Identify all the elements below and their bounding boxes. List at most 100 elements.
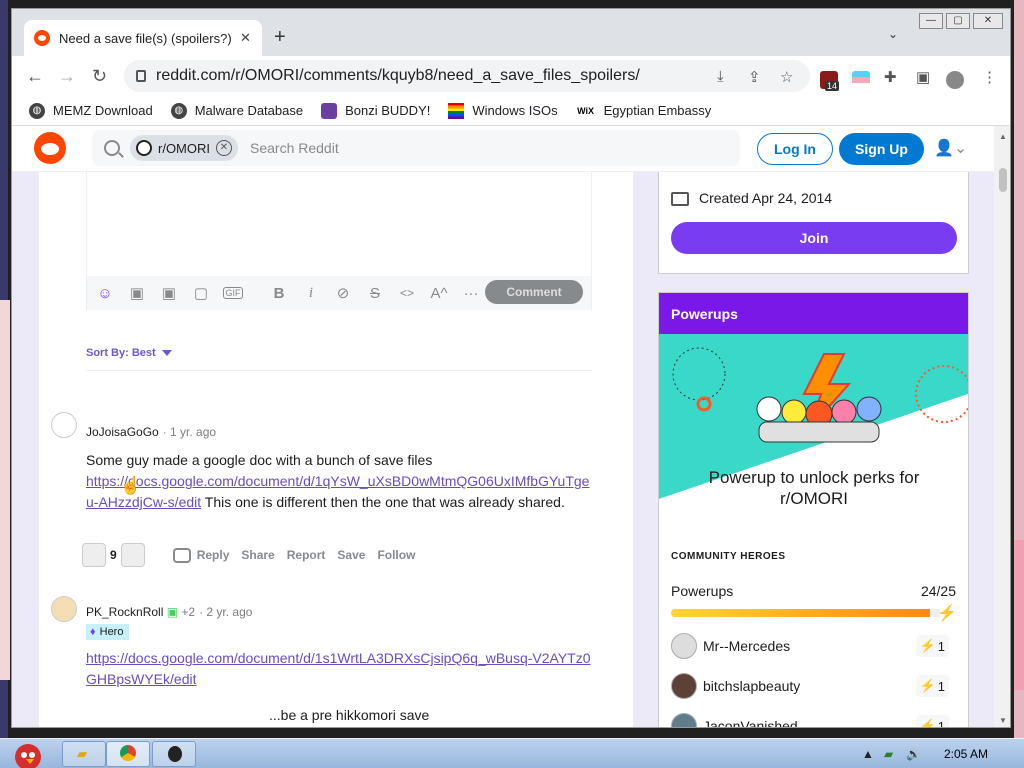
downvote-icon[interactable] bbox=[120, 543, 145, 567]
search-bar[interactable]: r/OMORI ✕ Search Reddit bbox=[92, 130, 740, 166]
bold-icon[interactable]: B bbox=[269, 285, 289, 302]
back-arrow-icon[interactable]: ← bbox=[26, 66, 44, 87]
volume-icon[interactable]: 🔊 bbox=[906, 747, 921, 761]
share-icon[interactable]: ⇪ bbox=[748, 68, 761, 86]
powerups-card: Powerups Powerup to unlock perks for r/O… bbox=[658, 292, 969, 727]
network-icon[interactable]: ▰ bbox=[884, 747, 893, 761]
avatar[interactable] bbox=[51, 596, 77, 622]
award-icon: ▣ bbox=[166, 605, 179, 619]
address-bar[interactable]: reddit.com/r/OMORI/comments/kquyb8/need_… bbox=[124, 60, 810, 92]
sticker-icon[interactable]: ▢ bbox=[191, 284, 211, 302]
taskbar-chrome[interactable] bbox=[106, 741, 150, 767]
more-icon[interactable]: ··· bbox=[461, 285, 481, 302]
hand-cursor-icon: ☝ bbox=[120, 476, 142, 495]
install-app-icon[interactable]: ⤓ bbox=[717, 68, 724, 85]
hero-powerup-count: ⚡ 1 bbox=[915, 635, 949, 657]
comment-age: · 1 yr. ago bbox=[162, 425, 217, 439]
author-name[interactable]: PK_RocknRoll bbox=[86, 605, 163, 619]
hero-row[interactable]: Mr--Mercedes ⚡ 1 bbox=[671, 631, 957, 661]
log-in-button[interactable]: Log In bbox=[757, 133, 833, 165]
close-window-button[interactable]: ✕ bbox=[973, 13, 1003, 29]
clock[interactable]: 2:05 AM bbox=[944, 747, 988, 761]
tab-title: Need a save file(s) (spoilers?) : bbox=[59, 30, 231, 46]
comment-link[interactable]: https://docs.google.com/document/d/1s1Wr… bbox=[86, 650, 591, 687]
bookmarks-bar: ◍ MEMZ Download ◍ Malware Database Bonzi B… bbox=[12, 96, 1010, 126]
desktop-wallpaper-left bbox=[0, 300, 10, 680]
scroll-up-icon[interactable]: ▲ bbox=[999, 132, 1007, 141]
scroll-thumb[interactable] bbox=[999, 168, 1007, 192]
reddit-favicon-icon bbox=[34, 30, 50, 46]
superscript-icon[interactable]: A^ bbox=[429, 285, 449, 302]
reload-icon[interactable]: ↻ bbox=[92, 66, 107, 87]
avatar bbox=[671, 673, 697, 699]
minimize-button[interactable]: — bbox=[919, 13, 943, 29]
vote-count: 9 bbox=[110, 548, 117, 562]
upvote-icon[interactable] bbox=[82, 543, 106, 567]
comment-submit-button[interactable]: Comment bbox=[485, 280, 583, 304]
reddit-logo-icon[interactable] bbox=[34, 132, 66, 164]
reddit-header: r/OMORI ✕ Search Reddit Log In Sign Up 👤… bbox=[12, 126, 994, 172]
bookmark-item[interactable]: Bonzi BUDDY! bbox=[321, 102, 430, 119]
title-bar: Need a save file(s) (spoilers?) : ✕ + ⌄ … bbox=[12, 9, 1010, 56]
search-input[interactable]: Search Reddit bbox=[250, 140, 339, 156]
emoji-icon[interactable]: ☺ bbox=[95, 285, 115, 302]
reply-button[interactable]: Reply bbox=[197, 548, 230, 562]
bookmark-item[interactable]: ◍ Malware Database bbox=[170, 102, 304, 119]
taskbar-explorer[interactable]: ▰ bbox=[62, 741, 106, 767]
flag-extension-icon[interactable] bbox=[852, 71, 870, 89]
menu-kebab-icon[interactable]: ⋮ bbox=[982, 68, 997, 86]
browser-window: Need a save file(s) (spoilers?) : ✕ + ⌄ … bbox=[11, 8, 1011, 728]
avatar bbox=[671, 633, 697, 659]
extensions-puzzle-icon[interactable]: ✚ bbox=[884, 68, 897, 86]
subreddit-avatar-icon bbox=[136, 140, 152, 156]
code-icon[interactable]: <> bbox=[397, 286, 417, 300]
new-tab-button[interactable]: + bbox=[274, 26, 286, 49]
strikethrough-icon[interactable]: S bbox=[365, 285, 385, 302]
tab-search-chevron-icon[interactable]: ⌄ bbox=[888, 27, 898, 41]
scroll-down-icon[interactable]: ▼ bbox=[999, 716, 1007, 725]
tray-expand-icon[interactable]: ▲ bbox=[862, 747, 874, 761]
chip-label: r/OMORI bbox=[158, 140, 210, 156]
angry-bird-start-icon bbox=[15, 744, 41, 768]
sticker-icon[interactable]: ▣ bbox=[159, 284, 179, 302]
hero-row[interactable]: bitchslapbeauty ⚡ 1 bbox=[671, 671, 957, 701]
hero-row[interactable]: JaconVanished ⚡ 1 bbox=[671, 711, 957, 727]
italic-icon[interactable]: i bbox=[301, 285, 321, 302]
sticker-icon[interactable]: ▣ bbox=[127, 284, 147, 302]
forward-arrow-icon[interactable]: → bbox=[58, 66, 76, 87]
sort-dropdown[interactable]: Sort By: Best bbox=[86, 347, 172, 359]
bookmark-label: Windows ISOs bbox=[472, 103, 558, 118]
comment-body-partial: ...be a pre hikkomori save bbox=[269, 705, 569, 726]
comment-textarea[interactable] bbox=[87, 172, 591, 276]
start-button[interactable] bbox=[4, 740, 48, 768]
profile-avatar-icon[interactable] bbox=[946, 71, 964, 89]
sign-up-button[interactable]: Sign Up bbox=[839, 133, 924, 165]
bookmark-item[interactable]: WiX Egyptian Embassy bbox=[576, 103, 711, 119]
avatar[interactable] bbox=[51, 412, 77, 438]
page-scrollbar[interactable]: ▲ ▼ bbox=[994, 126, 1010, 727]
share-button[interactable]: Share bbox=[241, 548, 274, 562]
join-button[interactable]: Join bbox=[671, 222, 957, 254]
flair-label: Hero bbox=[99, 626, 124, 638]
bookmark-item[interactable]: ◍ MEMZ Download bbox=[29, 102, 153, 119]
bookmark-label: Malware Database bbox=[194, 103, 304, 118]
report-button[interactable]: Report bbox=[287, 548, 326, 562]
link-icon[interactable]: ⊘ bbox=[333, 284, 353, 302]
side-panel-icon[interactable]: ▣ bbox=[916, 68, 930, 86]
user-dropdown-icon[interactable]: 👤⌄ bbox=[934, 138, 967, 158]
taskbar-app[interactable] bbox=[152, 741, 196, 767]
follow-button[interactable]: Follow bbox=[377, 548, 415, 562]
gif-icon[interactable]: GIF bbox=[223, 287, 243, 299]
bookmark-item[interactable]: Windows ISOs bbox=[448, 102, 558, 119]
maximize-button[interactable]: ▢ bbox=[946, 13, 970, 29]
author-name[interactable]: JoJoisaGoGo bbox=[86, 425, 159, 439]
comment-text: This one is different then the one that … bbox=[201, 494, 565, 510]
count-value: 1 bbox=[937, 678, 945, 694]
extension-badge: 14 bbox=[825, 81, 840, 91]
browser-tab[interactable]: Need a save file(s) (spoilers?) : ✕ bbox=[24, 20, 262, 56]
clear-chip-icon[interactable]: ✕ bbox=[216, 140, 232, 156]
save-button[interactable]: Save bbox=[337, 548, 365, 562]
hero-powerup-count: ⚡ 1 bbox=[915, 675, 949, 697]
bookmark-star-icon[interactable]: ☆ bbox=[780, 68, 793, 86]
close-tab-icon[interactable]: ✕ bbox=[240, 30, 251, 46]
